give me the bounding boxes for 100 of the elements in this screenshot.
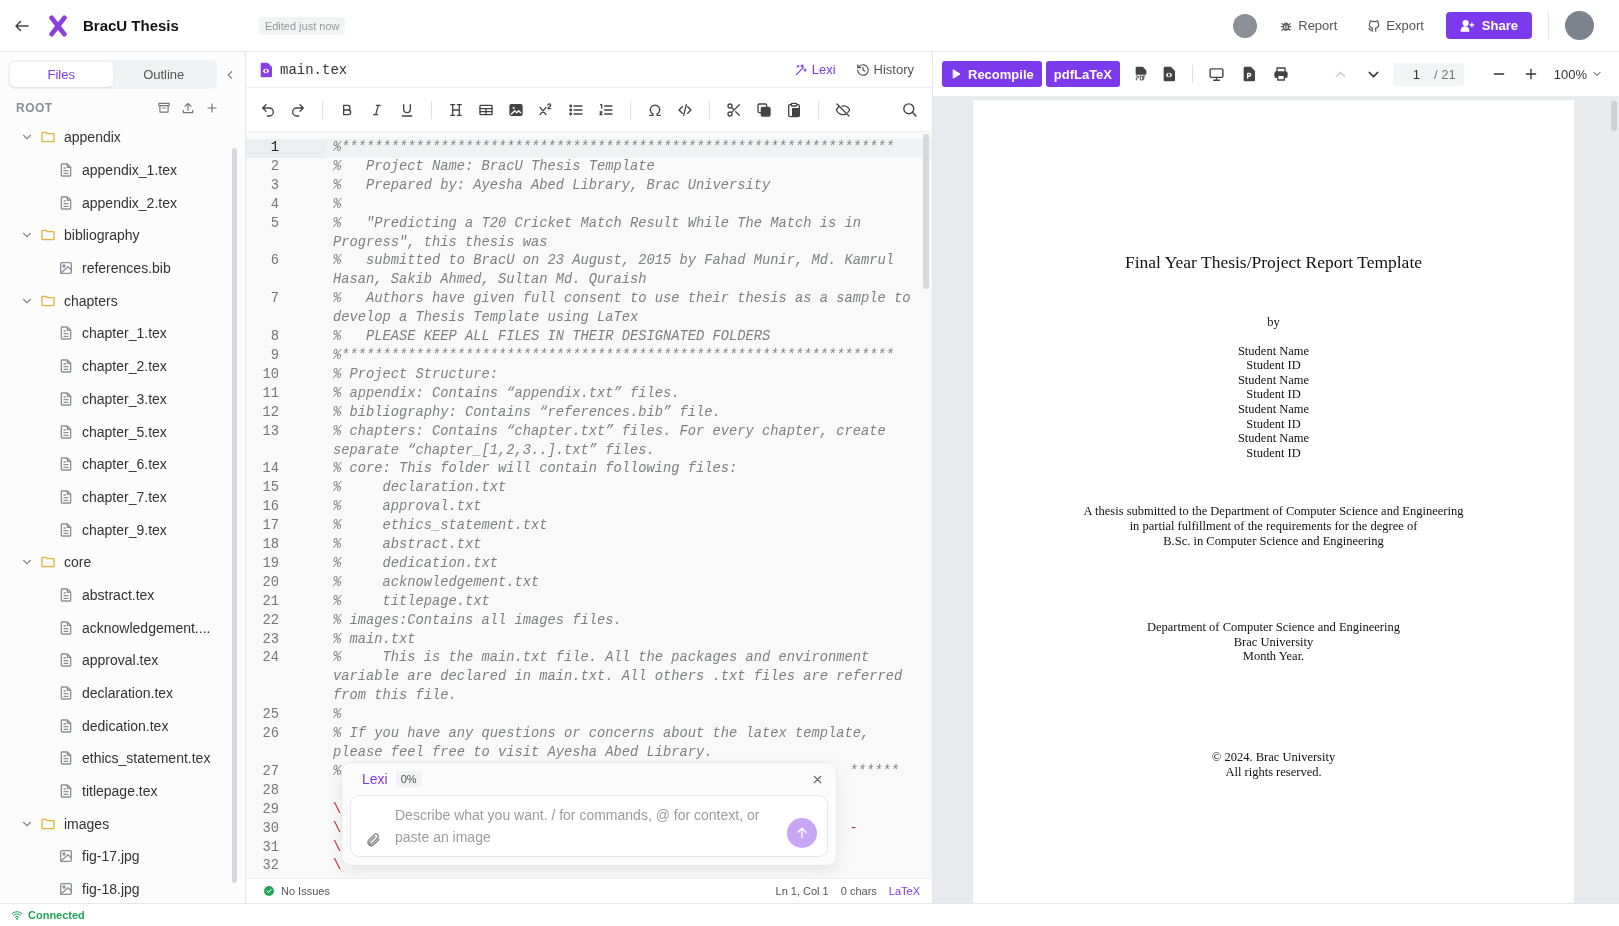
- cursor-position: Ln 1, Col 1: [775, 885, 829, 897]
- line-number: 13: [261, 422, 280, 441]
- file-name[interactable]: chapter_7.tex: [82, 488, 167, 505]
- page-field[interactable]: 1 / 21: [1392, 62, 1464, 86]
- code-text: %*******************************************************************: [333, 347, 895, 363]
- prompt-field[interactable]: Describe what you want. / for commands, @ for context, or paste an image: [350, 795, 828, 857]
- history-button[interactable]: History: [849, 59, 920, 80]
- file-name[interactable]: approval.tex: [82, 652, 159, 669]
- line-number: 10: [261, 365, 280, 384]
- code-text: % declaration.txt: [333, 480, 507, 496]
- file-name[interactable]: abstract.tex: [82, 586, 155, 603]
- line-number: 2: [269, 157, 280, 176]
- code-text: %*******************************************************************: [333, 140, 895, 155]
- share-button[interactable]: Share: [1445, 12, 1532, 39]
- document-text: Student Name: [1236, 372, 1311, 388]
- line-number: 31: [261, 838, 280, 857]
- folder-name[interactable]: appendix: [64, 129, 121, 146]
- code-text: \: [333, 801, 342, 817]
- file-name[interactable]: chapter_9.tex: [82, 521, 167, 538]
- project-title: BracU Thesis: [83, 17, 179, 34]
- line-number: 26: [261, 725, 280, 744]
- line-number: 5: [269, 214, 280, 233]
- code-text: % ethics_statement.txt: [333, 518, 548, 534]
- file-name[interactable]: chapter_6.tex: [82, 456, 167, 473]
- zoom-dropdown[interactable]: 100%: [1551, 66, 1605, 82]
- code-text: % "Predicting a T20 Cricket Match Result While The Match is in Progress", this thesis was: [333, 215, 863, 250]
- file-name[interactable]: titlepage.tex: [82, 783, 158, 800]
- code-text: % acknowledgement.txt: [333, 574, 540, 590]
- document-text: Student ID: [1245, 358, 1302, 373]
- document-text: A thesis submitted to the Department of Computer Science and Engineering: [1082, 504, 1465, 519]
- file-name[interactable]: acknowledgement....: [82, 619, 211, 636]
- line-number: 16: [261, 498, 280, 517]
- document-text: Department of Computer Science and Engineering: [1145, 620, 1401, 635]
- file-name[interactable]: fig-17.jpg: [82, 848, 140, 865]
- line-number: 7: [269, 290, 280, 309]
- folder-name[interactable]: bibliography: [64, 227, 140, 244]
- language-label[interactable]: LaTeX: [888, 885, 920, 897]
- line-number: 1: [246, 139, 326, 158]
- engine-button[interactable]: pdfLaTeX: [1045, 61, 1120, 87]
- line-number: 3: [269, 176, 280, 195]
- line-number: 23: [261, 630, 280, 649]
- file-name[interactable]: appendix_1.tex: [82, 162, 177, 179]
- document-text: All rights reserved.: [1224, 764, 1323, 780]
- file-name[interactable]: references.bib: [82, 260, 171, 277]
- code-text: % Prepared by: Ayesha Abed Library, Brac University: [333, 177, 771, 193]
- line-number: 27: [261, 762, 280, 781]
- code-text: % chapters: Contains “chapter.txt” files. For every chapter, create separate “chapter_[1,2,3..].txt” files.: [333, 423, 887, 458]
- line-number: 8: [269, 328, 280, 347]
- line-number: 28: [261, 781, 280, 800]
- file-name[interactable]: chapter_5.tex: [82, 423, 167, 440]
- document-text: Student Name: [1236, 431, 1311, 446]
- recompile-button[interactable]: Recompile: [942, 61, 1042, 87]
- file-name[interactable]: chapter_1.tex: [82, 325, 167, 342]
- document-text: Brac University: [1232, 634, 1315, 650]
- document-text: Student Name: [1236, 343, 1311, 359]
- folder-name[interactable]: chapters: [64, 292, 118, 309]
- line-number: 17: [261, 517, 280, 536]
- assistant-button[interactable]: Lexi: [787, 59, 842, 80]
- code-text: ******: [849, 762, 900, 781]
- code-text: % This is the main.txt file. All the packages and environment variable are declared in main.txt. All others .txt files are referred from this file.: [333, 650, 904, 704]
- line-number: 4: [269, 195, 280, 214]
- sidebar-tab[interactable]: Files: [10, 62, 113, 87]
- file-name[interactable]: appendix_2.tex: [82, 194, 177, 211]
- assistant-title: Lexi: [362, 771, 388, 787]
- code-text: % images:Contains all images files.: [333, 612, 622, 628]
- code-text: % Authors have given full consent to use their thesis as a sample to develop a Thesis Template using LaTex: [333, 291, 912, 326]
- file-tab[interactable]: main.tex: [280, 61, 780, 78]
- line-number: 21: [261, 592, 280, 611]
- code-text: % appendix: Contains “appendix.txt” files.: [333, 385, 680, 401]
- file-name[interactable]: declaration.tex: [82, 685, 174, 702]
- header-link[interactable]: Export: [1359, 14, 1432, 37]
- document-text: Student ID: [1245, 445, 1302, 461]
- line-number: 18: [261, 536, 280, 555]
- connection-status: Connected: [28, 909, 85, 921]
- progress-badge: 0%: [395, 771, 422, 787]
- file-name[interactable]: ethics_statement.tex: [82, 750, 211, 767]
- document-text: in partial fulfillment of the requirements for the degree of: [1128, 518, 1419, 534]
- code-text: % main.txt: [333, 631, 416, 647]
- document-text: B.Sc. in Computer Science and Engineering: [1162, 533, 1385, 549]
- line-number: 12: [261, 403, 280, 422]
- document-text: Student Name: [1236, 401, 1311, 417]
- sidebar-tab[interactable]: Outline: [112, 62, 215, 87]
- issues-status: No Issues: [281, 885, 330, 897]
- code-text: \: [333, 820, 342, 836]
- file-name[interactable]: chapter_3.tex: [82, 390, 167, 407]
- folder-name[interactable]: core: [64, 554, 92, 571]
- line-number: 20: [261, 573, 280, 592]
- folder-name[interactable]: images: [64, 815, 110, 832]
- line-number: 22: [261, 611, 280, 630]
- file-name[interactable]: fig-18.jpg: [82, 881, 140, 898]
- header-link[interactable]: Report: [1271, 14, 1346, 37]
- code-text: \: [333, 839, 342, 855]
- line-number: 6: [269, 252, 280, 271]
- char-count: 0 chars: [840, 885, 877, 897]
- code-text: -: [849, 819, 858, 838]
- file-name[interactable]: chapter_2.tex: [82, 358, 167, 375]
- code-text: % Project Structure:: [333, 366, 499, 382]
- file-name[interactable]: dedication.tex: [82, 717, 169, 734]
- line-number: 25: [261, 706, 280, 725]
- line-number: 24: [261, 649, 280, 668]
